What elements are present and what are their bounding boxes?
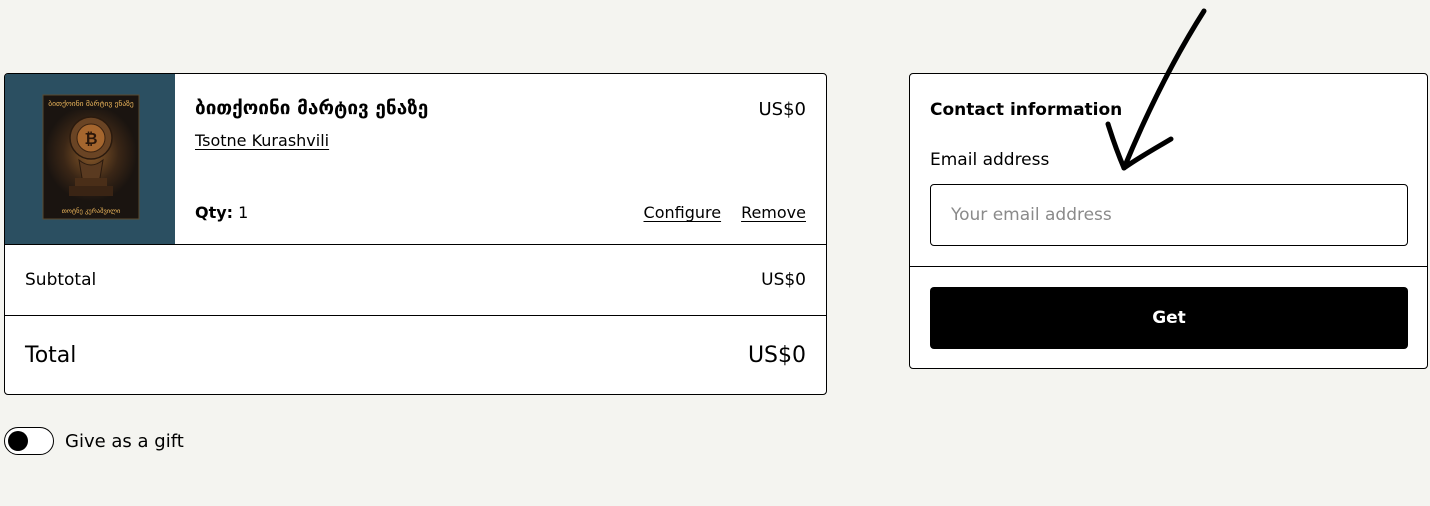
quantity-label: Qty:	[195, 203, 234, 222]
configure-link[interactable]: Configure	[644, 203, 722, 222]
toggle-knob	[8, 431, 28, 451]
total-row: Total US$0	[5, 316, 826, 394]
remove-link[interactable]: Remove	[741, 203, 806, 222]
cart-summary-card: ₿ ბითქოინი მარტივ ენაზე თოტნე კურაშვილი …	[4, 73, 827, 395]
product-price: US$0	[758, 99, 806, 120]
gift-label: Give as a gift	[65, 430, 184, 452]
contact-panel: Contact information Email address Get	[909, 73, 1428, 369]
cover-top-text: ბითქოინი მარტივ ენაზე	[48, 99, 134, 108]
subtotal-label: Subtotal	[25, 270, 97, 290]
svg-text:₿: ₿	[84, 129, 97, 148]
product-author-link[interactable]: Tsotne Kurashvili	[195, 131, 329, 150]
contact-title: Contact information	[930, 100, 1123, 120]
total-label: Total	[25, 343, 77, 368]
gift-option: Give as a gift	[4, 427, 184, 455]
cover-bottom-text: თოტნე კურაშვილი	[62, 206, 121, 215]
total-value: US$0	[747, 343, 806, 368]
quantity-display: Qty: 1	[195, 203, 248, 222]
get-button[interactable]: Get	[930, 287, 1408, 349]
email-field[interactable]	[930, 184, 1408, 246]
gift-toggle[interactable]	[4, 427, 54, 455]
subtotal-row: Subtotal US$0	[5, 245, 826, 316]
quantity-value: 1	[238, 203, 249, 222]
product-title: ბითქოინი მარტივ ენაზე	[195, 97, 429, 119]
book-cover-image: ₿ ბითქოინი მარტივ ენაზე თოტნე კურაშვილი	[5, 74, 175, 244]
email-label: Email address	[930, 150, 1050, 170]
item-actions: Configure Remove	[644, 203, 806, 222]
contact-form-section: Contact information Email address	[910, 74, 1427, 267]
subtotal-value: US$0	[761, 270, 806, 290]
cart-item-row: ₿ ბითქოინი მარტივ ენაზე თოტნე კურაშვილი …	[5, 74, 826, 245]
book-cover-thumbnail: ₿ ბითქოინი მარტივ ენაზე თოტნე კურაშვილი	[5, 74, 175, 244]
